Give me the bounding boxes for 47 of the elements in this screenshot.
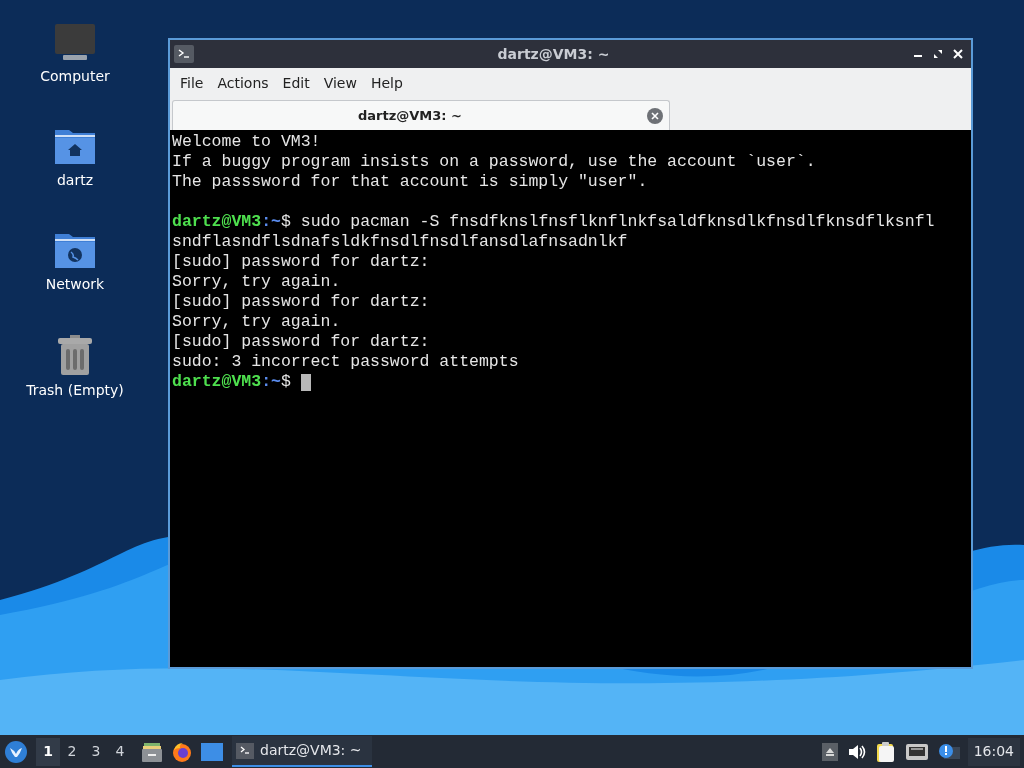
alert-icon[interactable] <box>937 742 960 761</box>
menu-item[interactable]: View <box>317 72 363 94</box>
desktop-icon-label[interactable]: Trash (Empty) <box>26 380 124 401</box>
text-cursor <box>300 373 311 391</box>
terminal-icon <box>236 742 254 759</box>
eject-icon[interactable] <box>821 742 838 761</box>
terminal-line: [sudo] password for dartz: <box>172 332 430 352</box>
terminal-line: [sudo] password for dartz: <box>172 292 430 312</box>
terminal-line: Welcome to VM3! <box>172 132 321 152</box>
command-text: $ sudo pacman -S fnsdfknslfnsflknflnkfsaldfknsdlkfnsdlfknsdflksnfl <box>280 212 935 232</box>
trash-icon <box>56 334 94 376</box>
terminal-line: sudo: 3 incorrect password attempts <box>172 352 519 372</box>
terminal-line: [sudo] password for dartz: <box>172 252 430 272</box>
menu-item[interactable]: Edit <box>276 72 316 94</box>
close-tab-icon[interactable] <box>647 107 663 124</box>
prompt-user: dartz@VM3 <box>172 372 262 392</box>
clipboard-icon[interactable] <box>875 740 896 763</box>
command-text: $ <box>280 372 292 392</box>
terminal-tab[interactable]: dartz@VM3: ~ <box>172 100 670 130</box>
desktop-icon-label[interactable]: Computer <box>40 66 110 87</box>
terminal-line: If a buggy program insists on a password, use the account `user`. <box>172 152 816 172</box>
task-button[interactable]: dartz@VM3: ~ <box>232 736 372 767</box>
monitor-icon <box>53 22 97 62</box>
terminal-line: sndflasndflsdnafsldkfnsdlfnsdlfansdlafnsadnlkf <box>172 232 628 252</box>
clock[interactable]: 16:04 <box>967 737 1020 766</box>
workspace-button[interactable]: 4 <box>108 737 132 766</box>
workspace-button[interactable]: 3 <box>84 737 108 766</box>
menu-item[interactable]: Help <box>364 72 409 94</box>
speaker-icon[interactable] <box>847 743 866 760</box>
desktop-icon-label[interactable]: Network <box>45 274 105 295</box>
prompt-path: :~ <box>261 212 281 232</box>
workspace-button[interactable]: 1 <box>36 737 60 766</box>
menu-item[interactable]: Actions <box>211 72 275 94</box>
terminal-icon <box>174 45 194 63</box>
desktop-icon-label[interactable]: dartz <box>56 170 94 191</box>
maximize-icon[interactable] <box>933 49 943 59</box>
prompt-user: dartz@VM3 <box>172 212 262 232</box>
prompt-path: :~ <box>261 372 281 392</box>
terminal-line: Sorry, try again. <box>172 272 341 292</box>
terminal-line: Sorry, try again. <box>172 312 341 332</box>
terminal-output[interactable] <box>170 130 971 667</box>
menu-item[interactable]: File <box>174 72 210 94</box>
workspace-button[interactable]: 2 <box>60 737 84 766</box>
close-icon[interactable] <box>953 49 963 59</box>
terminal-line: The passsword for that account is simply "user". <box>172 172 648 192</box>
network-port-icon[interactable] <box>905 743 928 760</box>
window-title: dartz@VM3: ~ <box>496 44 611 64</box>
